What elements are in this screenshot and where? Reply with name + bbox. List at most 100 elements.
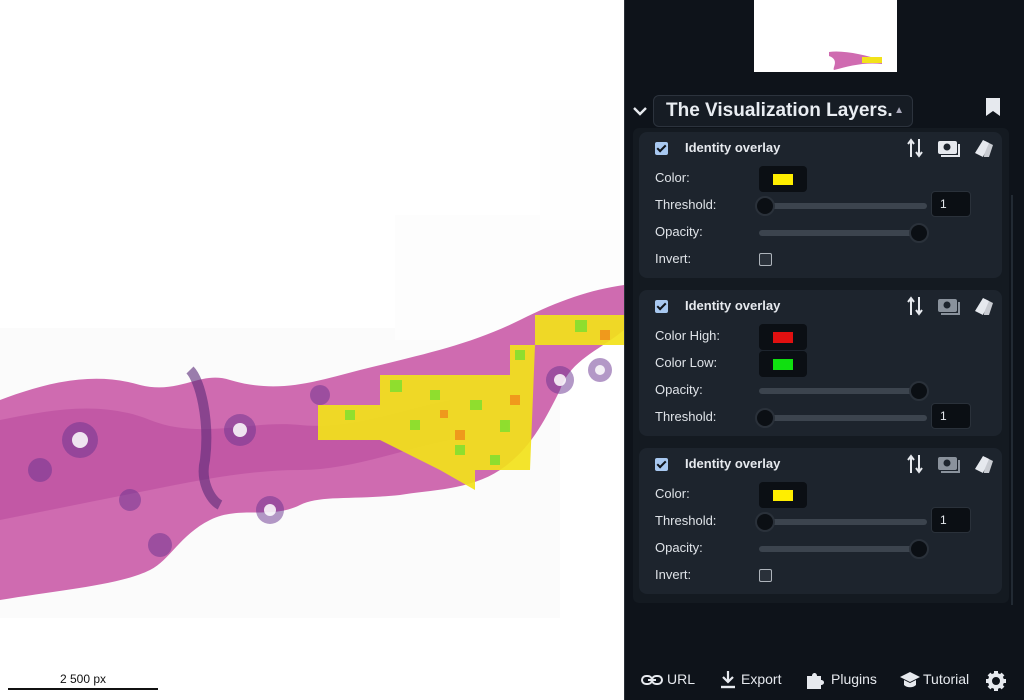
layer-row-slider: Threshold: 1 — [655, 403, 995, 431]
layers-panel: The Visualization Layers. ▲ Identity ove… — [624, 0, 1024, 700]
row-label: Color High: — [655, 328, 721, 343]
row-label: Threshold: — [655, 409, 717, 424]
layer-header: Identity overlay — [639, 132, 1002, 164]
export-button[interactable]: Export — [719, 668, 789, 692]
layer-row-slider: Threshold: 1 — [655, 191, 995, 219]
row-label: Opacity: — [655, 382, 703, 397]
row-label: Color: — [655, 170, 690, 185]
threshold-number-input[interactable]: 1 — [931, 403, 971, 429]
layer-row-color: Color High: — [655, 324, 995, 350]
color-picker[interactable] — [759, 324, 807, 350]
layer-header: Identity overlay — [639, 448, 1002, 480]
row-label: Color Low: — [655, 355, 718, 370]
bookmark-icon[interactable] — [985, 97, 1001, 117]
layer-row-checkbox: Invert: — [655, 563, 995, 589]
layer-row-color: Color: — [655, 166, 995, 192]
scrollbar[interactable] — [1011, 195, 1013, 605]
layer-name: Identity overlay — [685, 140, 781, 155]
slider-track — [759, 415, 927, 421]
layer-row-color: Color: — [655, 482, 995, 508]
range-slider[interactable] — [755, 405, 927, 431]
layer-row-color: Color Low: — [655, 351, 995, 377]
color-picker[interactable] — [759, 351, 807, 377]
row-label: Color: — [655, 486, 690, 501]
download-icon — [721, 671, 735, 689]
navigator-thumbnail[interactable] — [754, 0, 897, 72]
slider-track — [759, 519, 927, 525]
slider-thumb[interactable] — [755, 408, 775, 428]
plugins-button[interactable]: Plugins — [805, 668, 885, 692]
tutorial-label: Tutorial — [923, 671, 970, 687]
slider-track — [759, 230, 927, 236]
layer-header: Identity overlay — [639, 290, 1002, 322]
swap-order-icon[interactable] — [907, 137, 923, 159]
scale-bar: 2 500 px — [8, 672, 158, 690]
visualization-title: The Visualization Layers. — [666, 100, 893, 121]
layer-visible-checkbox[interactable] — [655, 458, 668, 471]
swap-order-icon[interactable] — [907, 453, 923, 475]
slider-track — [759, 388, 927, 394]
shapes-icon[interactable] — [973, 453, 995, 475]
layer-card: Identity overlay Color: Threshold: 1 Opacity… — [639, 132, 1002, 278]
slide-viewer[interactable]: 2 500 px — [0, 0, 624, 700]
layer-name: Identity overlay — [685, 456, 781, 471]
slider-thumb[interactable] — [909, 223, 929, 243]
layers-list: Identity overlay Color: Threshold: 1 Opacity… — [633, 128, 1009, 603]
row-label: Opacity: — [655, 540, 703, 555]
layer-row-slider: Opacity: — [655, 220, 995, 246]
chevron-down-icon[interactable] — [631, 102, 649, 120]
slider-track — [759, 203, 927, 209]
row-label: Threshold: — [655, 513, 717, 528]
row-label: Opacity: — [655, 224, 703, 239]
camera-icon[interactable] — [937, 137, 961, 159]
row-label: Invert: — [655, 567, 692, 582]
shapes-icon[interactable] — [973, 295, 995, 317]
settings-button[interactable] — [985, 668, 1009, 692]
slider-thumb[interactable] — [909, 539, 929, 559]
row-label: Invert: — [655, 251, 692, 266]
camera-icon[interactable] — [937, 295, 961, 317]
url-label: URL — [667, 671, 696, 687]
invert-checkbox[interactable] — [759, 253, 772, 266]
gear-icon — [986, 671, 1006, 691]
visualization-select[interactable]: The Visualization Layers. ▲ — [653, 95, 913, 127]
url-button[interactable]: URL — [641, 668, 701, 692]
footer-toolbar: URL Export Plugins Tutorial — [625, 664, 1024, 696]
layer-row-slider: Threshold: 1 — [655, 507, 995, 535]
range-slider[interactable] — [755, 509, 927, 535]
camera-icon[interactable] — [937, 453, 961, 475]
puzzle-icon — [807, 673, 824, 689]
layer-visible-checkbox[interactable] — [655, 142, 668, 155]
range-slider[interactable] — [755, 193, 927, 219]
range-slider[interactable] — [759, 378, 929, 404]
layer-row-checkbox: Invert: — [655, 247, 995, 273]
slider-thumb[interactable] — [755, 196, 775, 216]
range-slider[interactable] — [759, 536, 929, 562]
slider-thumb[interactable] — [909, 381, 929, 401]
swap-order-icon[interactable] — [907, 295, 923, 317]
layer-visible-checkbox[interactable] — [655, 300, 668, 313]
color-chip — [773, 490, 793, 501]
layer-card: Identity overlay Color: Threshold: 1 Opacity… — [639, 448, 1002, 594]
shapes-icon[interactable] — [973, 137, 995, 159]
range-slider[interactable] — [759, 220, 929, 246]
export-label: Export — [741, 671, 782, 687]
threshold-number-input[interactable]: 1 — [931, 507, 971, 533]
layers-title-row: The Visualization Layers. ▲ — [625, 92, 1024, 130]
layer-row-slider: Opacity: — [655, 378, 995, 404]
tutorial-button[interactable]: Tutorial — [899, 668, 975, 692]
slider-thumb[interactable] — [755, 512, 775, 532]
graduation-cap-icon — [900, 672, 920, 688]
row-label: Threshold: — [655, 197, 717, 212]
slider-track — [759, 546, 927, 552]
color-picker[interactable] — [759, 482, 807, 508]
color-picker[interactable] — [759, 166, 807, 192]
invert-checkbox[interactable] — [759, 569, 772, 582]
layer-card: Identity overlay Color High: Color Low: Opa… — [639, 290, 1002, 436]
color-chip — [773, 359, 793, 370]
link-icon — [641, 675, 663, 685]
tissue-image — [0, 100, 624, 618]
color-chip — [773, 332, 793, 343]
threshold-number-input[interactable]: 1 — [931, 191, 971, 217]
select-arrows-icon: ▲ — [894, 105, 904, 116]
